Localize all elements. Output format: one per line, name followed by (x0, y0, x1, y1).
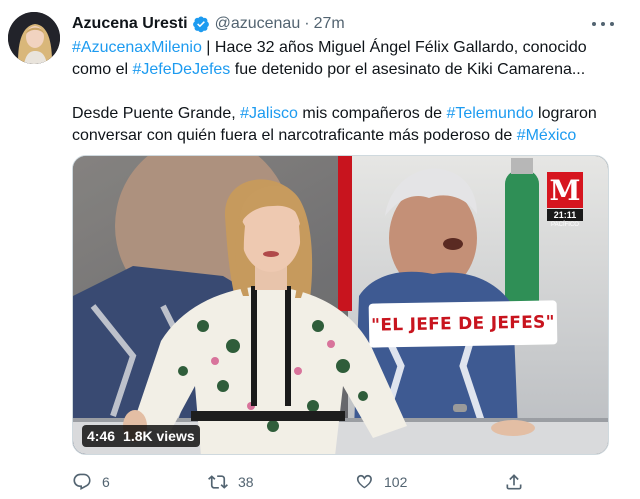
like-button[interactable]: 102 (354, 470, 407, 494)
share-icon (506, 474, 522, 490)
retweet-button[interactable]: 38 (208, 470, 254, 494)
tweet-text-span: | Hace 32 años Miguel Ángel Félix Gallar… (201, 39, 587, 56)
hashtag-link[interactable]: #Telemundo (446, 105, 533, 122)
video-views: 1.8K views (123, 428, 195, 444)
broadcast-clock: 21:11 (547, 209, 583, 221)
hashtag-link[interactable]: #México (517, 127, 577, 144)
author-name[interactable]: Azucena Uresti (72, 15, 188, 33)
like-icon (356, 474, 372, 489)
tweet-timestamp[interactable]: 27m (314, 15, 345, 33)
reply-button[interactable]: 6 (72, 470, 110, 494)
verified-badge-icon (192, 15, 210, 33)
hashtag-link[interactable]: #AzucenaxMilenio (72, 39, 202, 56)
tweet-line: #AzucenaxMilenio | Hace 32 años Miguel Á… (72, 37, 617, 59)
like-count: 102 (384, 474, 408, 490)
tweet-text-span: fue detenido por el asesinato de Kiki Ca… (230, 61, 586, 78)
avatar[interactable] (8, 12, 60, 64)
tweet-text-span: como el (72, 61, 133, 78)
video-stats: 4:46 1.8K views (82, 425, 200, 447)
avatar-image (8, 12, 60, 64)
tweet-line: Desde Puente Grande, #Jalisco mis compañ… (72, 103, 617, 125)
broadcast-banner: "EL JEFE DE JEFES" (368, 300, 558, 348)
tweet-header: Azucena Uresti @azucenau · 27m (72, 13, 345, 35)
tweet[interactable]: Azucena Uresti @azucenau · 27m #Azucenax… (0, 0, 640, 499)
tweet-line: como el #JefeDeJefes fue detenido por el… (72, 59, 617, 81)
retweet-count: 38 (238, 474, 254, 490)
broadcast-timezone: PACÍFICO (551, 222, 579, 228)
tweet-line: conversar con quién fuera el narcotrafic… (72, 125, 617, 147)
video-player[interactable]: M 21:11 PACÍFICO "EL JEFE DE JEFES" 4:46… (72, 155, 609, 455)
reply-icon (73, 473, 91, 491)
hashtag-link[interactable]: #JefeDeJefes (132, 61, 230, 78)
channel-logo: M (547, 172, 583, 208)
action-bar: 6 38 102 (72, 470, 552, 494)
tweet-text-span: conversar con quién fuera el narcotrafic… (72, 127, 517, 144)
share-button[interactable] (504, 470, 524, 494)
tweet-text: #AzucenaxMilenio | Hace 32 años Miguel Á… (72, 37, 617, 147)
separator-dot: · (304, 15, 310, 32)
author-handle[interactable]: @azucenau (215, 15, 301, 33)
more-icon[interactable] (592, 14, 614, 34)
hashtag-link[interactable]: #Jalisco (240, 105, 298, 122)
retweet-icon (208, 475, 228, 489)
reply-count: 6 (102, 474, 110, 490)
tweet-text-span: Desde Puente Grande, (72, 105, 241, 122)
tweet-text-span: lograron (533, 105, 597, 122)
tweet-text-span: mis compañeros de (297, 105, 447, 122)
video-duration: 4:46 (87, 428, 116, 444)
